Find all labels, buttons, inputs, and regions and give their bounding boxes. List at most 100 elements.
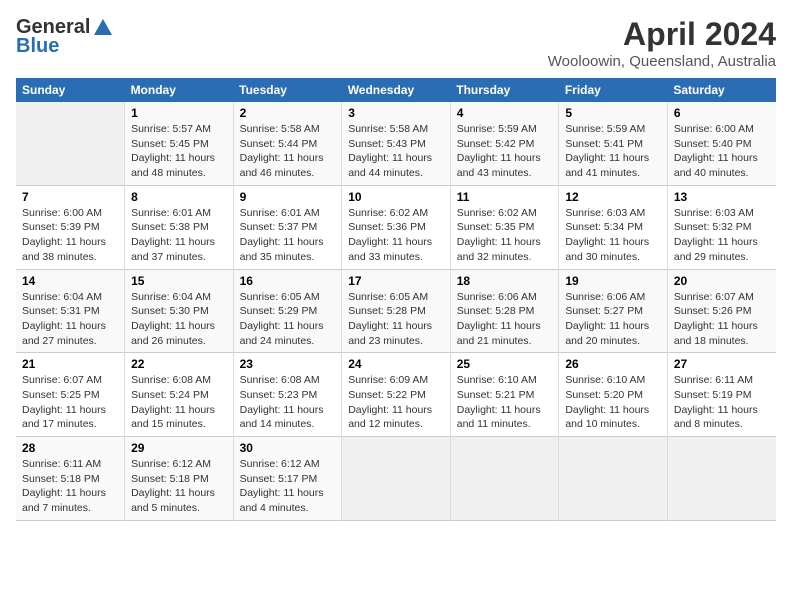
weekday-header-friday: Friday <box>559 78 668 102</box>
day-info: Sunrise: 5:57 AM Sunset: 5:45 PM Dayligh… <box>131 122 227 181</box>
day-info: Sunrise: 6:06 AM Sunset: 5:27 PM Dayligh… <box>565 290 661 349</box>
calendar-week-2: 7 Sunrise: 6:00 AM Sunset: 5:39 PM Dayli… <box>16 185 776 269</box>
day-info: Sunrise: 6:01 AM Sunset: 5:38 PM Dayligh… <box>131 206 227 265</box>
weekday-header-thursday: Thursday <box>450 78 559 102</box>
weekday-header-monday: Monday <box>125 78 234 102</box>
calendar-table: SundayMondayTuesdayWednesdayThursdayFrid… <box>16 78 776 521</box>
logo: General Blue <box>16 16 114 58</box>
day-number: 29 <box>131 441 227 455</box>
day-number: 9 <box>240 190 336 204</box>
calendar-cell <box>667 437 776 521</box>
calendar-cell: 3 Sunrise: 5:58 AM Sunset: 5:43 PM Dayli… <box>342 102 451 185</box>
weekday-header-saturday: Saturday <box>667 78 776 102</box>
calendar-cell: 18 Sunrise: 6:06 AM Sunset: 5:28 PM Dayl… <box>450 269 559 353</box>
day-info: Sunrise: 6:05 AM Sunset: 5:28 PM Dayligh… <box>348 290 444 349</box>
day-info: Sunrise: 6:12 AM Sunset: 5:18 PM Dayligh… <box>131 457 227 516</box>
calendar-cell: 27 Sunrise: 6:11 AM Sunset: 5:19 PM Dayl… <box>667 353 776 437</box>
calendar-cell: 28 Sunrise: 6:11 AM Sunset: 5:18 PM Dayl… <box>16 437 125 521</box>
calendar-cell: 16 Sunrise: 6:05 AM Sunset: 5:29 PM Dayl… <box>233 269 342 353</box>
calendar-cell: 10 Sunrise: 6:02 AM Sunset: 5:36 PM Dayl… <box>342 185 451 269</box>
calendar-cell: 2 Sunrise: 5:58 AM Sunset: 5:44 PM Dayli… <box>233 102 342 185</box>
calendar-cell: 21 Sunrise: 6:07 AM Sunset: 5:25 PM Dayl… <box>16 353 125 437</box>
day-number: 16 <box>240 274 336 288</box>
day-number: 26 <box>565 357 661 371</box>
calendar-cell: 5 Sunrise: 5:59 AM Sunset: 5:41 PM Dayli… <box>559 102 668 185</box>
calendar-cell: 29 Sunrise: 6:12 AM Sunset: 5:18 PM Dayl… <box>125 437 234 521</box>
day-number: 3 <box>348 106 444 120</box>
day-info: Sunrise: 6:04 AM Sunset: 5:30 PM Dayligh… <box>131 290 227 349</box>
logo-icon <box>92 17 114 39</box>
calendar-cell: 24 Sunrise: 6:09 AM Sunset: 5:22 PM Dayl… <box>342 353 451 437</box>
day-number: 22 <box>131 357 227 371</box>
calendar-cell: 20 Sunrise: 6:07 AM Sunset: 5:26 PM Dayl… <box>667 269 776 353</box>
day-number: 14 <box>22 274 118 288</box>
calendar-week-1: 1 Sunrise: 5:57 AM Sunset: 5:45 PM Dayli… <box>16 102 776 185</box>
day-info: Sunrise: 6:11 AM Sunset: 5:18 PM Dayligh… <box>22 457 118 516</box>
calendar-cell <box>450 437 559 521</box>
calendar-cell: 19 Sunrise: 6:06 AM Sunset: 5:27 PM Dayl… <box>559 269 668 353</box>
day-number: 2 <box>240 106 336 120</box>
day-info: Sunrise: 6:02 AM Sunset: 5:35 PM Dayligh… <box>457 206 553 265</box>
day-number: 8 <box>131 190 227 204</box>
day-number: 20 <box>674 274 770 288</box>
day-number: 30 <box>240 441 336 455</box>
day-number: 17 <box>348 274 444 288</box>
day-info: Sunrise: 6:07 AM Sunset: 5:25 PM Dayligh… <box>22 373 118 432</box>
day-info: Sunrise: 5:58 AM Sunset: 5:44 PM Dayligh… <box>240 122 336 181</box>
day-info: Sunrise: 6:02 AM Sunset: 5:36 PM Dayligh… <box>348 206 444 265</box>
day-number: 23 <box>240 357 336 371</box>
day-info: Sunrise: 5:59 AM Sunset: 5:41 PM Dayligh… <box>565 122 661 181</box>
day-info: Sunrise: 6:05 AM Sunset: 5:29 PM Dayligh… <box>240 290 336 349</box>
day-info: Sunrise: 5:58 AM Sunset: 5:43 PM Dayligh… <box>348 122 444 181</box>
month-title: April 2024 <box>548 16 776 53</box>
location-title: Wooloowin, Queensland, Australia <box>548 53 776 70</box>
calendar-week-5: 28 Sunrise: 6:11 AM Sunset: 5:18 PM Dayl… <box>16 437 776 521</box>
day-info: Sunrise: 6:08 AM Sunset: 5:23 PM Dayligh… <box>240 373 336 432</box>
calendar-cell <box>342 437 451 521</box>
day-number: 6 <box>674 106 770 120</box>
day-number: 7 <box>22 190 118 204</box>
calendar-cell: 23 Sunrise: 6:08 AM Sunset: 5:23 PM Dayl… <box>233 353 342 437</box>
calendar-week-3: 14 Sunrise: 6:04 AM Sunset: 5:31 PM Dayl… <box>16 269 776 353</box>
calendar-cell: 4 Sunrise: 5:59 AM Sunset: 5:42 PM Dayli… <box>450 102 559 185</box>
weekday-header-row: SundayMondayTuesdayWednesdayThursdayFrid… <box>16 78 776 102</box>
day-info: Sunrise: 6:04 AM Sunset: 5:31 PM Dayligh… <box>22 290 118 349</box>
day-number: 10 <box>348 190 444 204</box>
day-info: Sunrise: 6:12 AM Sunset: 5:17 PM Dayligh… <box>240 457 336 516</box>
day-info: Sunrise: 6:03 AM Sunset: 5:32 PM Dayligh… <box>674 206 770 265</box>
calendar-cell: 17 Sunrise: 6:05 AM Sunset: 5:28 PM Dayl… <box>342 269 451 353</box>
day-info: Sunrise: 6:06 AM Sunset: 5:28 PM Dayligh… <box>457 290 553 349</box>
calendar-cell: 26 Sunrise: 6:10 AM Sunset: 5:20 PM Dayl… <box>559 353 668 437</box>
day-number: 27 <box>674 357 770 371</box>
day-info: Sunrise: 6:01 AM Sunset: 5:37 PM Dayligh… <box>240 206 336 265</box>
title-area: April 2024 Wooloowin, Queensland, Austra… <box>548 16 776 70</box>
day-number: 19 <box>565 274 661 288</box>
calendar-cell: 1 Sunrise: 5:57 AM Sunset: 5:45 PM Dayli… <box>125 102 234 185</box>
weekday-header-sunday: Sunday <box>16 78 125 102</box>
calendar-cell: 7 Sunrise: 6:00 AM Sunset: 5:39 PM Dayli… <box>16 185 125 269</box>
day-info: Sunrise: 5:59 AM Sunset: 5:42 PM Dayligh… <box>457 122 553 181</box>
calendar-cell: 13 Sunrise: 6:03 AM Sunset: 5:32 PM Dayl… <box>667 185 776 269</box>
day-number: 18 <box>457 274 553 288</box>
calendar-week-4: 21 Sunrise: 6:07 AM Sunset: 5:25 PM Dayl… <box>16 353 776 437</box>
day-info: Sunrise: 6:00 AM Sunset: 5:39 PM Dayligh… <box>22 206 118 265</box>
calendar-cell: 8 Sunrise: 6:01 AM Sunset: 5:38 PM Dayli… <box>125 185 234 269</box>
day-info: Sunrise: 6:11 AM Sunset: 5:19 PM Dayligh… <box>674 373 770 432</box>
day-number: 15 <box>131 274 227 288</box>
day-info: Sunrise: 6:03 AM Sunset: 5:34 PM Dayligh… <box>565 206 661 265</box>
calendar-cell: 25 Sunrise: 6:10 AM Sunset: 5:21 PM Dayl… <box>450 353 559 437</box>
calendar-cell: 14 Sunrise: 6:04 AM Sunset: 5:31 PM Dayl… <box>16 269 125 353</box>
page-header: General Blue April 2024 Wooloowin, Queen… <box>16 16 776 70</box>
day-info: Sunrise: 6:10 AM Sunset: 5:20 PM Dayligh… <box>565 373 661 432</box>
calendar-cell: 30 Sunrise: 6:12 AM Sunset: 5:17 PM Dayl… <box>233 437 342 521</box>
day-number: 28 <box>22 441 118 455</box>
day-info: Sunrise: 6:00 AM Sunset: 5:40 PM Dayligh… <box>674 122 770 181</box>
day-number: 12 <box>565 190 661 204</box>
day-info: Sunrise: 6:10 AM Sunset: 5:21 PM Dayligh… <box>457 373 553 432</box>
day-number: 21 <box>22 357 118 371</box>
calendar-cell <box>559 437 668 521</box>
weekday-header-wednesday: Wednesday <box>342 78 451 102</box>
calendar-cell: 12 Sunrise: 6:03 AM Sunset: 5:34 PM Dayl… <box>559 185 668 269</box>
calendar-cell: 11 Sunrise: 6:02 AM Sunset: 5:35 PM Dayl… <box>450 185 559 269</box>
calendar-cell: 22 Sunrise: 6:08 AM Sunset: 5:24 PM Dayl… <box>125 353 234 437</box>
